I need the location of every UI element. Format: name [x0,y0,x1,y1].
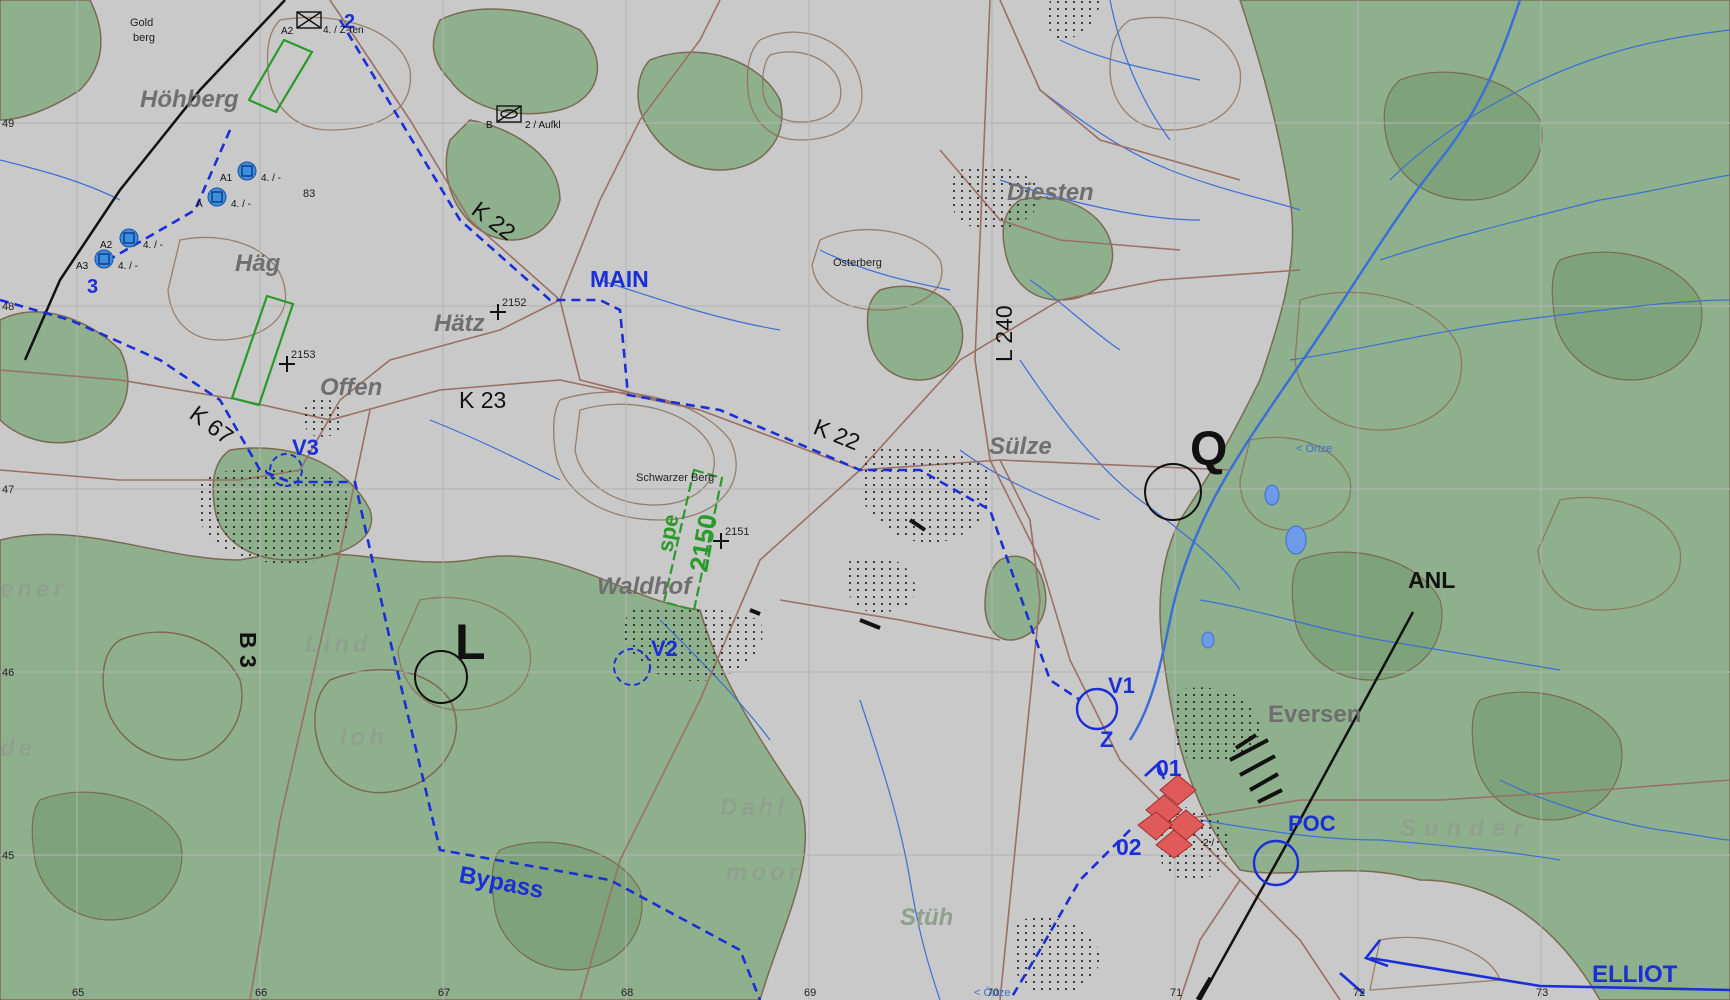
point-v2-label: V2 [651,636,678,661]
unit-a-prefix: A [196,199,203,210]
unit2-label: 4. / Z-ren [323,25,364,36]
grid-y-47: 47 [2,484,14,496]
place-suelze: Sülze [989,433,1052,460]
point-l-label: L [455,614,486,670]
unit-a3-prefix: A3 [76,261,89,272]
place-oertze-2: < Örtze [974,987,1010,999]
grid-x-71: 71 [1170,987,1182,999]
point-v1-label: V1 [1108,673,1135,698]
point-01-label: 01 [1156,755,1182,781]
place-ener: ener [0,576,67,603]
grid-x-73: 73 [1536,987,1548,999]
place-hoehberg: Höhberg [140,86,239,113]
map-canvas[interactable]: 65 66 67 68 69 70 71 72 73 49 48 47 46 4… [0,0,1730,1000]
route-elliot-label: ELLIOT [1592,961,1678,988]
road-b3: B 3 [235,632,261,668]
point-poc-label: POC [1288,811,1336,836]
unit-a3-label: 4. / - [118,261,138,272]
place-de: de [0,735,36,762]
spot-height-83: 83 [303,188,315,200]
place-schwarzer-berg: Schwarzer Berg [636,472,714,484]
place-oertze-1: < Örtze [1296,443,1332,455]
place-osterberg: Osterberg [833,257,882,269]
grid-x-72: 72 [1353,987,1365,999]
place-waldhof: Waldhof [597,573,693,600]
point-02-label: 02 [1116,834,1142,860]
grid-y-49: 49 [2,118,14,130]
place-diesten: Diesten [1007,179,1094,206]
place-loh: loh [340,724,388,751]
place-goldberg-2: berg [133,32,155,44]
unit-a2-label: 4. / - [143,240,163,251]
place-sunder: Sunder [1400,815,1531,842]
grid-y-45: 45 [2,850,14,862]
unit-a2-prefix: A2 [100,240,113,251]
spot-height-2153: 2153 [291,349,315,361]
route-main-label: MAIN [590,266,649,292]
place-haetz: Hätz [434,310,485,337]
grid-x-67: 67 [438,987,450,999]
place-dahl: Dahl [720,794,788,821]
tactical-map[interactable]: 65 66 67 68 69 70 71 72 73 49 48 47 46 4… [0,0,1730,1000]
unit-a-label: 4. / - [231,199,251,210]
unit-a1-prefix: A1 [220,173,233,184]
unit3-number: 3 [87,276,98,298]
place-moor: moor [726,859,802,886]
unit-a-icon [207,187,227,207]
point-v3-label: V3 [292,435,319,460]
enemy-unit-label: 2 / [1203,838,1214,849]
point-q-label: Q [1190,423,1227,476]
unit-a2-icon [119,228,139,248]
place-haeg: Häg [235,250,281,277]
spot-height-2151: 2151 [725,526,749,538]
unit-a3-icon [94,249,114,269]
point-z-label: Z [1100,727,1113,752]
unit-a1-label: 4. / - [261,173,281,184]
unit2-prefix: A2 [281,26,294,37]
route-anl-label: ANL [1408,567,1455,593]
grid-x-66: 66 [255,987,267,999]
aufkl-prefix: B [486,120,493,131]
place-offen: Offen [320,374,382,401]
place-stueh: Stüh [900,904,953,931]
unit-a1-icon [237,161,257,181]
spot-height-2152: 2152 [502,297,526,309]
grid-y-48: 48 [2,301,14,313]
road-k23: K 23 [459,387,506,413]
aufkl-label: 2 / Aufkl [525,120,561,131]
grid-x-69: 69 [804,987,816,999]
place-eversen: Eversen [1268,701,1361,728]
place-lind: Lind [305,631,372,658]
grid-y-46: 46 [2,667,14,679]
grid-x-68: 68 [621,987,633,999]
place-goldberg-1: Gold [130,17,153,29]
road-l240: L 240 [991,305,1017,362]
grid-x-65: 65 [72,987,84,999]
